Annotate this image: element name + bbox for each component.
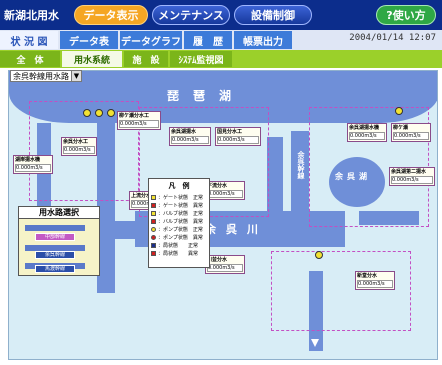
- river-label: 余呉川: [205, 223, 268, 236]
- subtab-data-table[interactable]: データ表: [60, 31, 118, 49]
- route-bar: [25, 225, 85, 231]
- app-title: 新湖北用水: [4, 9, 59, 22]
- gate-icon[interactable]: [315, 251, 323, 259]
- minimap-title: 用水路選択: [19, 207, 99, 219]
- legend-title: 凡 例: [168, 182, 190, 190]
- subtab-history[interactable]: 履 歴: [184, 31, 232, 49]
- legend-item: ：ゲート状態 異常: [151, 201, 207, 209]
- station-box[interactable]: 柳ケ瀬分水工 0.000m3/s: [117, 111, 161, 130]
- legend-item: ：バルブ状態 正常: [151, 209, 207, 217]
- valve-normal-icon: [151, 210, 156, 216]
- canal-select-value: 余呉幹線用水路: [13, 71, 69, 81]
- legend-item: ：ポンプ状態 正常: [151, 225, 207, 233]
- subtab-data-graph[interactable]: データグラフ: [120, 31, 182, 49]
- station-box[interactable]: 余呉湖第二揚水 0.000m3/s: [389, 167, 435, 186]
- sub-navigation: 状 況 図 データ表 データグラフ 履 歴 帳票出力 2004/01/14 12…: [0, 30, 442, 50]
- gate-normal-icon: [151, 194, 156, 200]
- flow-arrow-icon: [311, 339, 319, 347]
- legend-item: ：ゲート状態 正常: [151, 193, 207, 201]
- station-box[interactable]: 柳ケ瀬 0.000m3/s: [391, 123, 431, 142]
- legend-item: ：バルブ状態 異常: [151, 217, 207, 225]
- subtab-report-output[interactable]: 帳票出力: [234, 31, 292, 49]
- help-button[interactable]: ?使い方: [376, 5, 436, 25]
- lake-label: 琵琶湖: [167, 89, 246, 103]
- station-box[interactable]: 湖岸揚水機 0.000m3/s: [13, 155, 53, 174]
- viewtab-all[interactable]: 全 体: [0, 51, 60, 67]
- tab-data-display[interactable]: データ表示: [74, 5, 148, 25]
- gate-icon[interactable]: [83, 109, 91, 117]
- legend: 凡 例 ：ゲート状態 正常 ：ゲート状態 異常 ：バルブ状態 正常 ：バルブ状態…: [148, 178, 210, 268]
- station-box[interactable]: 国見分水工 0.000m3/s: [215, 127, 261, 146]
- canal-select[interactable]: 余呉幹線用水路 ▼: [10, 70, 82, 82]
- station-box[interactable]: 余呉湖揚水機 0.000m3/s: [347, 123, 387, 142]
- subtab-status-map[interactable]: 状 況 図: [0, 31, 58, 49]
- station-error-icon: [151, 250, 156, 256]
- gate-icon[interactable]: [107, 109, 115, 117]
- station-normal-icon: [151, 242, 156, 248]
- canal-label: 余呉幹線: [297, 151, 305, 179]
- station-box[interactable]: 下流分水 0.000m3/s: [205, 181, 245, 200]
- station-box[interactable]: 余呉湖揚水 0.000m3/s: [169, 127, 211, 146]
- pipe-center: [267, 137, 283, 221]
- station-box[interactable]: 川並分水 0.000m3/s: [205, 255, 245, 274]
- canal-route-selector: 用水路選択 中部幹線 余呉幹線 馬渡幹線: [18, 206, 100, 276]
- pump-error-icon: [151, 234, 156, 240]
- legend-item: ：ポンプ状態 異常: [151, 233, 207, 241]
- tab-equipment-control[interactable]: 設備制御: [234, 5, 312, 25]
- zone-outline-south: [271, 251, 411, 331]
- viewtab-canal-system[interactable]: 用水系統: [62, 51, 122, 67]
- station-box[interactable]: 新堂分水 0.000m3/s: [355, 271, 395, 290]
- pump-normal-icon: [151, 226, 156, 232]
- legend-item: ：局状態 正常: [151, 241, 207, 249]
- legend-item: ：局状態 異常: [151, 249, 207, 257]
- tab-maintenance[interactable]: メンテナンス: [152, 5, 230, 25]
- gate-error-icon: [151, 202, 156, 208]
- viewtab-facilities[interactable]: 施 設: [124, 51, 168, 67]
- route-yogo[interactable]: 余呉幹線: [35, 251, 75, 259]
- title-bar: 新湖北用水 データ表示 メンテナンス 設備制御 ?使い方: [0, 0, 442, 30]
- gate-icon[interactable]: [95, 109, 103, 117]
- viewtab-system-monitor[interactable]: ｼｽﾃﾑ監視図: [170, 51, 232, 67]
- current-datetime: 2004/01/14 12:07: [349, 33, 436, 43]
- gate-icon[interactable]: [395, 107, 403, 115]
- chevron-down-icon[interactable]: ▼: [71, 71, 81, 81]
- valve-error-icon: [151, 218, 156, 224]
- route-mawatari[interactable]: 馬渡幹線: [35, 265, 75, 273]
- view-tabs: 全 体 用水系統 施 設 ｼｽﾃﾑ監視図: [0, 50, 442, 68]
- route-chubu[interactable]: 中部幹線: [35, 233, 75, 241]
- station-box[interactable]: 余呉分水工 0.000m3/s: [61, 137, 97, 156]
